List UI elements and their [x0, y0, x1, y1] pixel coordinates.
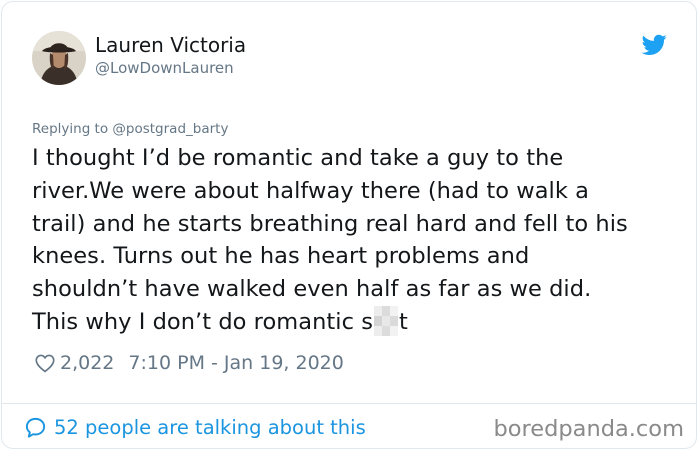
- tweet-text-line: trail) and he starts breathing real hard…: [32, 210, 628, 237]
- twitter-bird-icon[interactable]: [641, 34, 667, 56]
- tweet-text-line: knees. Turns out he has heart problems a…: [32, 243, 530, 270]
- tweet-text-fragment: t: [399, 308, 408, 335]
- timestamp[interactable]: 7:10 PM - Jan 19, 2020: [128, 352, 343, 374]
- tweet-meta: 2,022 7:10 PM - Jan 19, 2020: [34, 350, 344, 376]
- tweet-text-fragment: This why I don’t do romantic s: [32, 308, 373, 335]
- speech-bubble-icon: [25, 417, 46, 438]
- display-name[interactable]: Lauren Victoria: [95, 33, 246, 57]
- tweet-text-line: I thought I’d be romantic and take a guy…: [32, 145, 564, 171]
- user-handle[interactable]: @LowDownLauren: [95, 59, 234, 77]
- divider: [1, 403, 697, 404]
- tweet-text: I thought I’d be romantic and take a guy…: [32, 142, 682, 339]
- watermark: boredpanda.com: [493, 416, 684, 442]
- censor-pixelation: [374, 305, 398, 336]
- conversation-label[interactable]: 52 people are talking about this: [54, 416, 366, 439]
- conversation-link[interactable]: 52 people are talking about this: [24, 414, 366, 440]
- tweet-text-line: shouldn’t have walked even half as far a…: [32, 276, 592, 303]
- avatar-image: [32, 31, 86, 85]
- heart-icon[interactable]: [34, 352, 56, 374]
- avatar[interactable]: [32, 31, 86, 85]
- like-count[interactable]: 2,022: [60, 352, 114, 374]
- replying-to-label[interactable]: Replying to @postgrad_barty: [32, 120, 228, 138]
- tweet-text-line: river.We were about halfway there (had t…: [32, 177, 589, 204]
- tweet-text-line-last: This why I don’t do romantic s t: [32, 305, 682, 339]
